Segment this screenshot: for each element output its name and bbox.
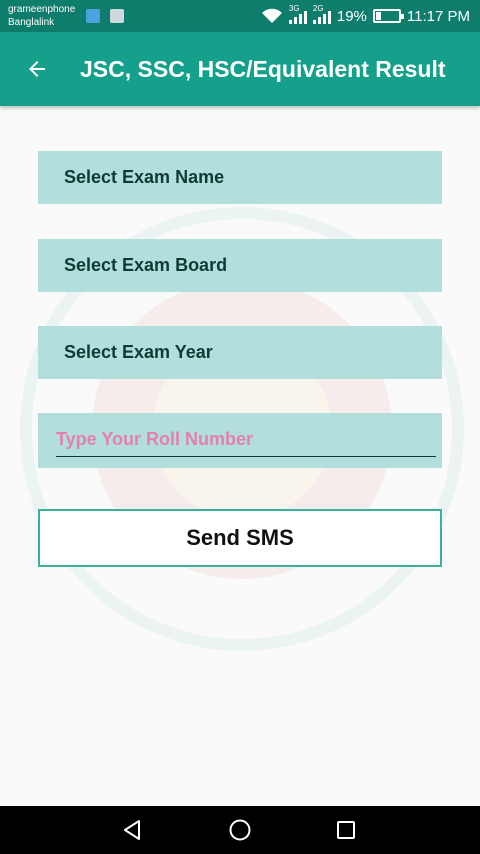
navigation-bar	[0, 806, 480, 854]
exam-year-label: Select Exam Year	[64, 342, 213, 362]
arrow-left-icon	[29, 61, 45, 77]
notification-app-icon	[86, 9, 100, 23]
page-title: JSC, SSC, HSC/Equivalent Result	[80, 56, 446, 82]
exam-name-label: Select Exam Name	[64, 167, 225, 187]
square-recents-icon	[337, 821, 355, 839]
exam-year-dropdown[interactable]: Select Exam Year	[38, 326, 442, 379]
triangle-back-icon	[124, 820, 140, 840]
notification-image-icon	[110, 9, 124, 23]
clock: 11:17 PM	[406, 7, 470, 25]
signal-2-icon: 2G	[312, 4, 331, 24]
nav-recents-button[interactable]	[332, 816, 360, 844]
exam-board-dropdown[interactable]: Select Exam Board	[38, 239, 442, 292]
send-sms-button[interactable]: Send SMS	[38, 509, 442, 567]
app-bar: JSC, SSC, HSC/Equivalent Result	[0, 32, 480, 106]
roll-number-input[interactable]	[56, 423, 436, 457]
exam-name-dropdown[interactable]: Select Exam Name	[38, 151, 442, 204]
send-sms-label: Send SMS	[186, 525, 294, 550]
battery-charging-icon	[372, 9, 404, 23]
nav-back-button[interactable]	[118, 816, 146, 844]
carrier-names: grameenphone Banglalink	[8, 3, 75, 29]
back-button[interactable]	[18, 50, 56, 88]
network-type-1: 3G	[288, 4, 300, 13]
status-bar: grameenphone Banglalink 3G 2G 19% 11:17 …	[0, 0, 480, 32]
exam-board-label: Select Exam Board	[64, 255, 228, 275]
network-type-2: 2G	[312, 4, 324, 13]
carrier-2: Banglalink	[8, 17, 55, 28]
nav-home-button[interactable]	[226, 816, 254, 844]
battery-percent: 19%	[336, 7, 367, 25]
wifi-icon	[261, 8, 282, 23]
status-indicators: 3G 2G 19% 11:17 PM	[261, 4, 470, 26]
signal-1-icon: 3G	[288, 4, 307, 24]
circle-home-icon	[229, 819, 251, 841]
roll-number-container	[38, 413, 442, 468]
carrier-1: grameenphone	[8, 4, 76, 15]
